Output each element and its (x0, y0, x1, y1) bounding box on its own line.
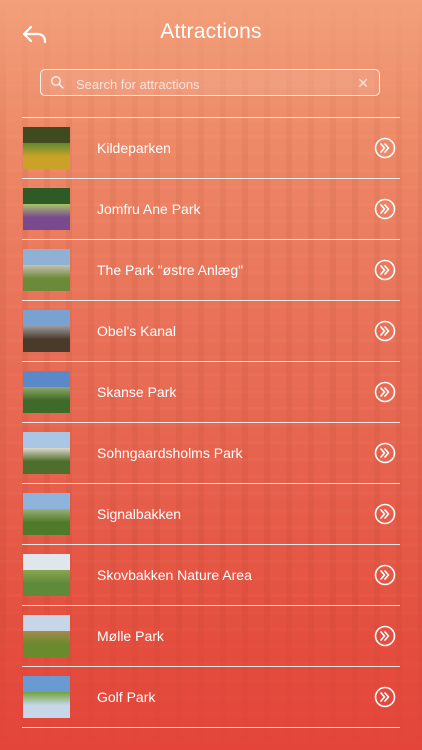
attraction-thumbnail (23, 249, 70, 291)
chevron-circle-right-icon[interactable] (374, 259, 396, 281)
chevron-circle-right-icon[interactable] (374, 625, 396, 647)
search-input[interactable] (74, 72, 358, 96)
attraction-name: Jomfru Ane Park (97, 201, 201, 217)
attraction-name: Kildeparken (97, 140, 171, 156)
list-item[interactable]: Skanse Park (22, 362, 400, 423)
attraction-thumbnail (23, 127, 70, 169)
header: Attractions (0, 0, 422, 66)
attractions-list: Kildeparken Jomfru Ane Park The Park "østr… (22, 117, 400, 728)
attraction-name: Sohngaardsholms Park (97, 445, 243, 461)
chevron-circle-right-icon[interactable] (374, 320, 396, 342)
attraction-name: The Park "østre Anlæg" (97, 262, 244, 278)
attraction-name: Skovbakken Nature Area (97, 567, 252, 583)
list-item[interactable]: Golf Park (22, 667, 400, 728)
attraction-thumbnail (23, 432, 70, 474)
chevron-circle-right-icon[interactable] (374, 442, 396, 464)
list-item[interactable]: Kildeparken (22, 118, 400, 179)
chevron-circle-right-icon[interactable] (374, 198, 396, 220)
attraction-name: Golf Park (97, 689, 156, 705)
list-item[interactable]: Jomfru Ane Park (22, 179, 400, 240)
attraction-name: Signalbakken (97, 506, 182, 522)
chevron-circle-right-icon[interactable] (374, 564, 396, 586)
list-item[interactable]: Mølle Park (22, 606, 400, 667)
attraction-thumbnail (23, 493, 70, 535)
attraction-name: Obel's Kanal (97, 323, 176, 339)
list-item[interactable]: Signalbakken (22, 484, 400, 545)
page-title: Attractions (160, 20, 262, 43)
chevron-circle-right-icon[interactable] (374, 381, 396, 403)
list-item[interactable]: Sohngaardsholms Park (22, 423, 400, 484)
chevron-circle-right-icon[interactable] (374, 503, 396, 525)
search-bar: ✕ (40, 69, 380, 96)
list-item[interactable]: Skovbakken Nature Area (22, 545, 400, 606)
magnifier-icon (50, 75, 64, 89)
list-item[interactable]: Obel's Kanal (22, 301, 400, 362)
chevron-circle-right-icon[interactable] (374, 137, 396, 159)
attraction-thumbnail (23, 310, 70, 352)
attraction-name: Mølle Park (97, 628, 164, 644)
attraction-thumbnail (23, 554, 70, 596)
attraction-thumbnail (23, 371, 70, 413)
attraction-thumbnail (23, 676, 70, 718)
attraction-thumbnail (23, 615, 70, 657)
attraction-thumbnail (23, 188, 70, 230)
chevron-circle-right-icon[interactable] (374, 686, 396, 708)
clear-x-icon[interactable]: ✕ (357, 73, 369, 93)
list-item[interactable]: The Park "østre Anlæg" (22, 240, 400, 301)
attraction-name: Skanse Park (97, 384, 177, 400)
